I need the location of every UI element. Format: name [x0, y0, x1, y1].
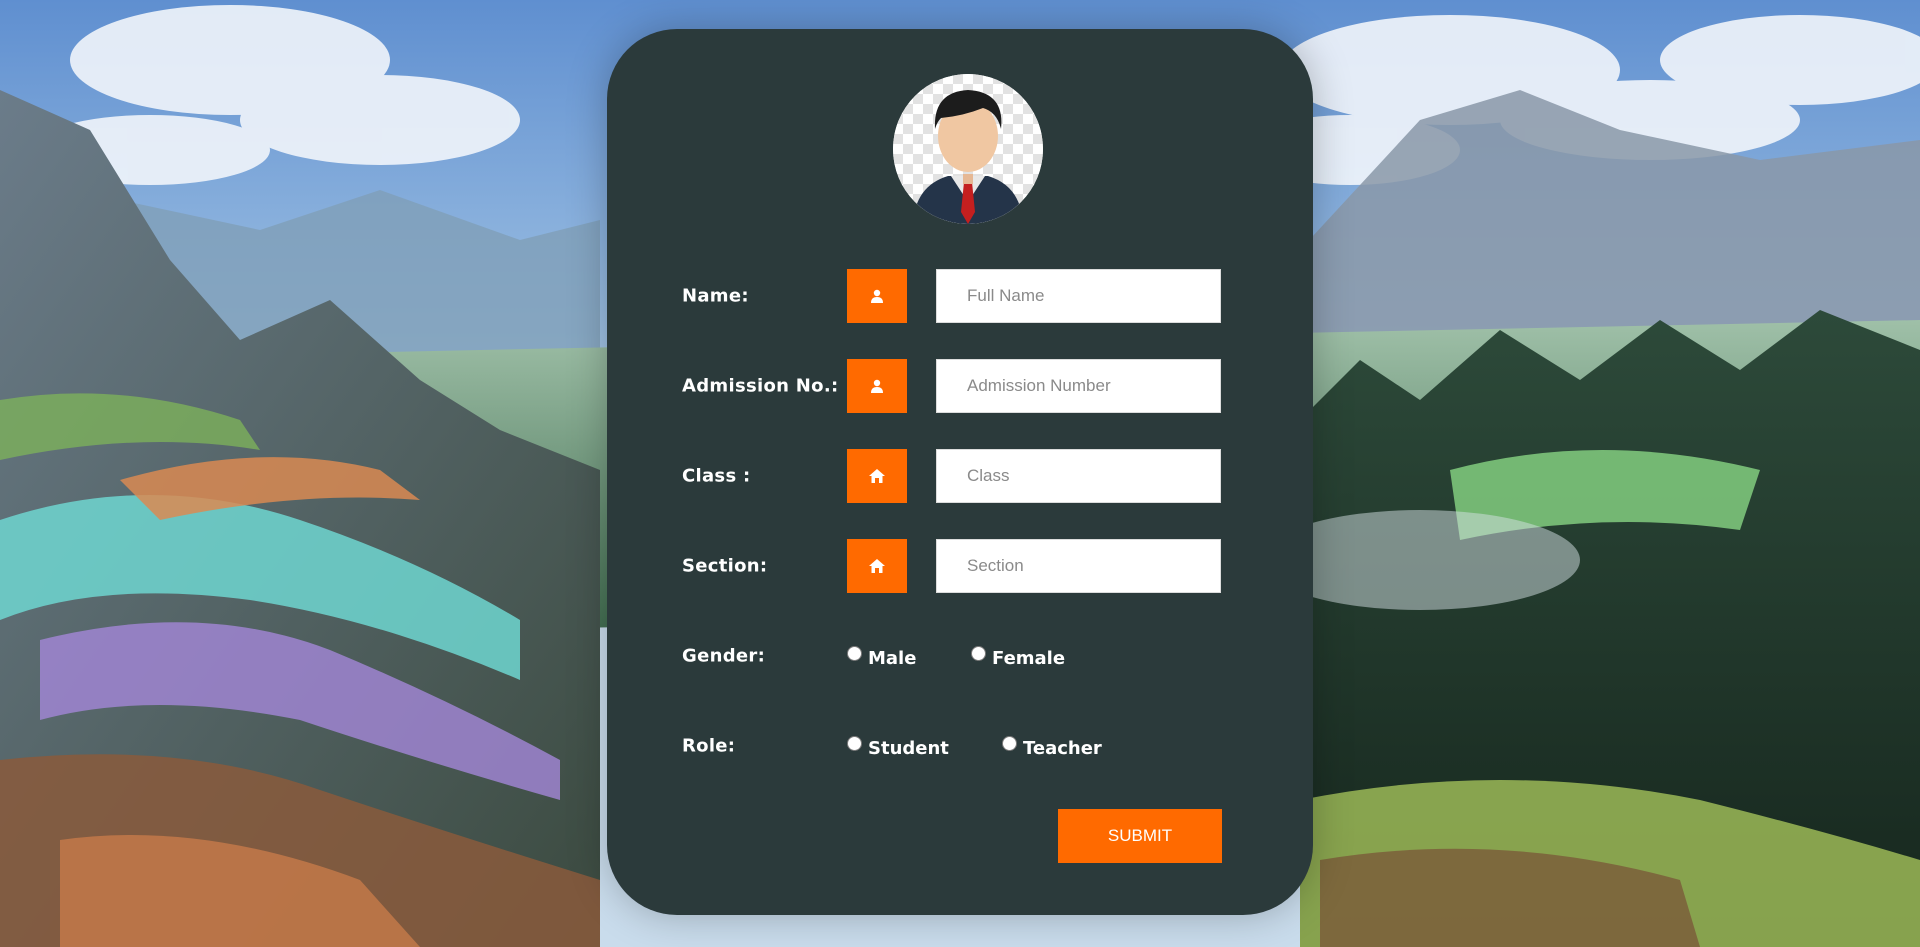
- student-label: Student: [868, 737, 949, 759]
- submit-button[interactable]: SUBMIT: [1058, 809, 1222, 863]
- admission-number-row: Admission No.:: [682, 359, 1242, 413]
- section-label: Section:: [682, 555, 768, 577]
- class-input[interactable]: [936, 449, 1221, 503]
- name-row: Name:: [682, 269, 1242, 323]
- section-row: Section:: [682, 539, 1242, 593]
- home-icon: [847, 449, 907, 503]
- user-icon: [847, 359, 907, 413]
- user-icon: [847, 269, 907, 323]
- teacher-label: Teacher: [1023, 737, 1102, 759]
- role-option-student[interactable]: Student: [847, 719, 949, 773]
- gender-option-female[interactable]: Female: [971, 629, 1065, 683]
- role-row: Role: Student Teacher: [682, 719, 1242, 773]
- name-label: Name:: [682, 285, 749, 307]
- role-option-teacher[interactable]: Teacher: [1002, 719, 1102, 773]
- avatar: [893, 74, 1043, 224]
- gender-label: Gender:: [682, 645, 766, 667]
- admission-number-label: Admission No.:: [682, 375, 839, 397]
- female-label: Female: [992, 647, 1066, 669]
- admission-number-input[interactable]: [936, 359, 1221, 413]
- gender-row: Gender: Male Female: [682, 629, 1242, 683]
- class-row: Class :: [682, 449, 1242, 503]
- female-radio[interactable]: [971, 645, 986, 661]
- home-icon: [847, 539, 907, 593]
- role-label: Role:: [682, 735, 736, 757]
- class-label: Class :: [682, 465, 751, 487]
- male-radio[interactable]: [847, 645, 862, 661]
- teacher-radio[interactable]: [1002, 735, 1017, 751]
- full-name-input[interactable]: [936, 269, 1221, 323]
- student-radio[interactable]: [847, 735, 862, 751]
- registration-form-card: Name: Admission No.: Class : Section: Ge…: [607, 29, 1313, 915]
- section-input[interactable]: [936, 539, 1221, 593]
- male-label: Male: [868, 647, 917, 669]
- gender-option-male[interactable]: Male: [847, 629, 916, 683]
